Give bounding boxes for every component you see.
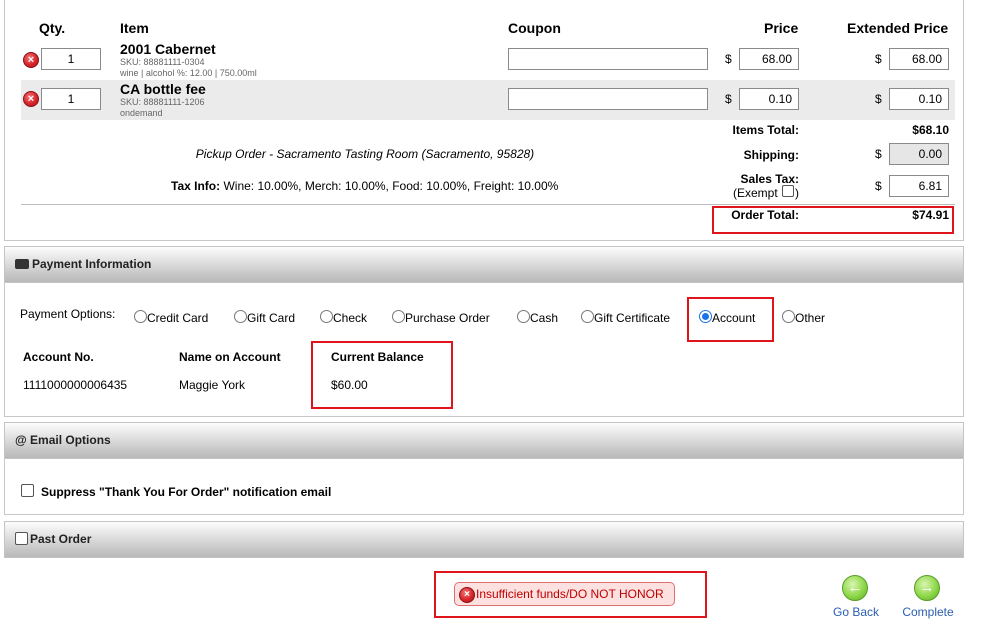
credit-card-icon [15, 258, 29, 269]
arrow-right-icon: → [914, 575, 940, 601]
price-column-header: Price [764, 20, 799, 36]
radio-check[interactable] [320, 310, 333, 323]
currency-symbol: $ [875, 52, 882, 66]
radio-other[interactable] [782, 310, 795, 323]
extended-price-column-header: Extended Price [847, 20, 949, 36]
radio-label-gift-certificate[interactable]: Gift Certificate [594, 311, 670, 325]
price-input[interactable] [739, 88, 799, 110]
complete-button[interactable]: → Complete [895, 569, 955, 623]
payment-section-title: Payment Information [32, 257, 152, 271]
radio-label-purchase-order[interactable]: Purchase Order [405, 311, 490, 325]
sales-tax-label: Sales Tax: [740, 172, 799, 186]
past-order-checkbox[interactable] [15, 532, 28, 545]
items-total-label: Items Total: [732, 123, 799, 137]
tax-exempt-checkbox[interactable] [782, 185, 794, 197]
qty-input[interactable] [41, 88, 101, 110]
complete-label: Complete [902, 605, 954, 619]
name-on-account-label: Name on Account [179, 350, 281, 364]
radio-label-cash[interactable]: Cash [530, 311, 558, 325]
error-message: Insufficient funds/DO NOT HONOR [476, 587, 664, 601]
totals-divider [21, 204, 955, 205]
radio-label-credit-card[interactable]: Credit Card [147, 311, 208, 325]
radio-label-check[interactable]: Check [333, 311, 367, 325]
extended-price-field[interactable] [889, 48, 949, 70]
currency-symbol: $ [875, 179, 882, 193]
currency-symbol: $ [875, 92, 882, 106]
remove-item-icon[interactable]: × [23, 52, 39, 68]
currency-symbol: $ [875, 147, 882, 161]
radio-gift-certificate[interactable] [581, 310, 594, 323]
item-detail: ondemand [120, 108, 163, 118]
error-icon: × [459, 587, 475, 603]
email-section-body: Suppress "Thank You For Order" notificat… [4, 459, 964, 515]
coupon-input[interactable] [508, 88, 708, 110]
past-order-label: Past Order [30, 532, 92, 546]
radio-credit-card[interactable] [134, 310, 147, 323]
email-section-title: @ Email Options [15, 433, 111, 447]
suppress-email-checkbox[interactable] [21, 484, 34, 497]
payment-section-header[interactable]: Payment Information [4, 246, 964, 283]
account-option-highlight [687, 297, 774, 342]
past-order-section-header[interactable]: Past Order [4, 521, 964, 558]
radio-label-gift-card[interactable]: Gift Card [247, 311, 295, 325]
email-section-header[interactable]: @ Email Options [4, 422, 964, 459]
radio-label-other[interactable]: Other [795, 311, 825, 325]
shipping-label: Shipping: [743, 148, 799, 162]
qty-input[interactable] [41, 48, 101, 70]
pickup-location: Pickup Order - Sacramento Tasting Room (… [195, 147, 535, 161]
go-back-button[interactable]: ← Go Back [823, 569, 883, 623]
go-back-label: Go Back [832, 605, 880, 619]
order-summary-panel: Qty. Item Coupon Price Extended Price × … [4, 0, 964, 241]
item-column-header: Item [120, 20, 149, 36]
qty-column-header: Qty. [39, 20, 66, 36]
error-message-box: × Insufficient funds/DO NOT HONOR [454, 582, 675, 606]
coupon-column-header: Coupon [508, 20, 561, 36]
name-on-account-value: Maggie York [179, 378, 246, 392]
account-no-value: 1111000000006435 [23, 378, 128, 392]
payment-options-label: Payment Options: [20, 307, 116, 321]
account-no-label: Account No. [23, 350, 94, 364]
shipping-field [889, 143, 949, 165]
item-sku: SKU: 88881111-1206 [120, 97, 205, 107]
tax-info-text: Wine: 10.00%, Merch: 10.00%, Food: 10.00… [223, 179, 559, 193]
tax-info: Tax Info: Wine: 10.00%, Merch: 10.00%, F… [171, 179, 558, 193]
item-name: CA bottle fee [120, 81, 206, 97]
price-input[interactable] [739, 48, 799, 70]
item-name: 2001 Cabernet [120, 41, 216, 57]
arrow-left-icon: ← [842, 575, 868, 601]
coupon-input[interactable] [508, 48, 708, 70]
sales-tax-input[interactable] [889, 175, 949, 197]
remove-item-icon[interactable]: × [23, 91, 39, 107]
item-detail: wine | alcohol %: 12.00 | 750.00ml [120, 68, 257, 78]
radio-cash[interactable] [517, 310, 530, 323]
item-sku: SKU: 88881111-0304 [120, 57, 205, 67]
tax-info-label: Tax Info: [171, 179, 221, 193]
items-total-value: $68.10 [912, 123, 949, 137]
radio-purchase-order[interactable] [392, 310, 405, 323]
extended-price-field[interactable] [889, 88, 949, 110]
balance-highlight [311, 341, 453, 409]
suppress-email-label[interactable]: Suppress "Thank You For Order" notificat… [41, 485, 331, 499]
currency-symbol: $ [725, 92, 732, 106]
exempt-label: (Exempt [733, 186, 778, 200]
radio-gift-card[interactable] [234, 310, 247, 323]
order-total-highlight [712, 206, 954, 234]
currency-symbol: $ [725, 52, 732, 66]
exempt-close: ) [795, 186, 799, 200]
payment-section-body: Payment Options: Credit Card Gift Card C… [4, 283, 964, 417]
